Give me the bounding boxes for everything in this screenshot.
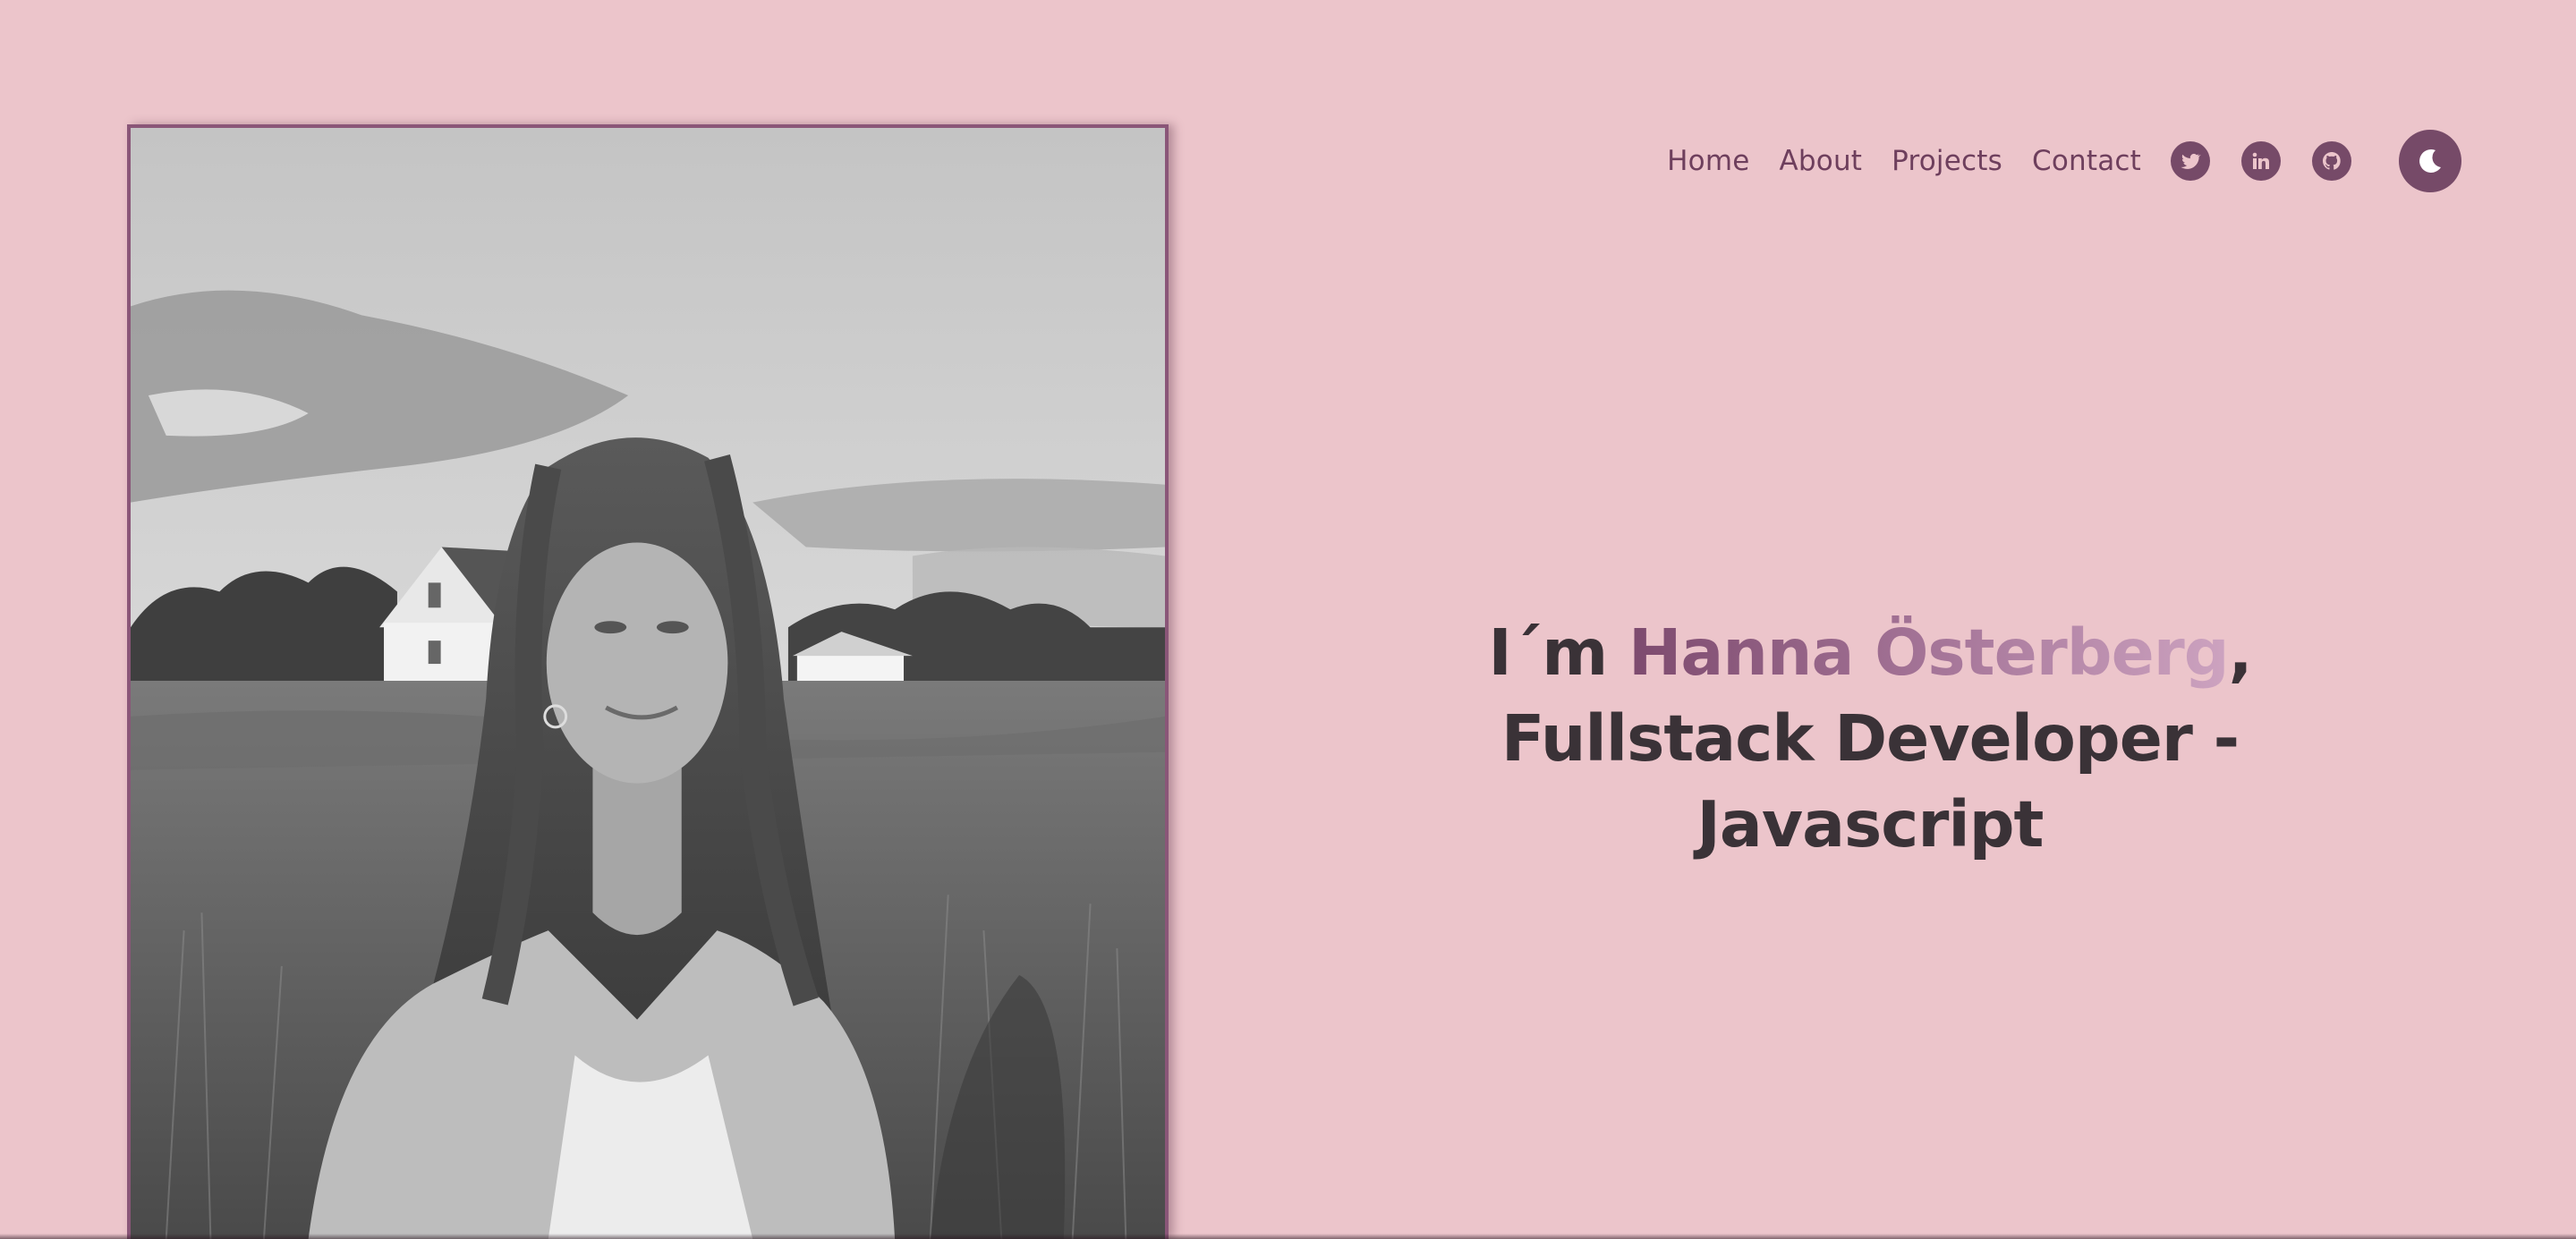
hero-subtitle: Fullstack Developer - Javascript: [1501, 701, 2240, 861]
profile-photo: [127, 124, 1169, 1239]
nav-home-link[interactable]: Home: [1667, 145, 1749, 177]
twitter-icon[interactable]: [2171, 141, 2210, 181]
github-icon-glyph: [2323, 152, 2341, 170]
linkedin-icon[interactable]: [2241, 141, 2281, 181]
bottom-edge-shadow: [0, 1234, 2576, 1239]
nav-contact-link[interactable]: Contact: [2032, 145, 2141, 177]
hero-comma: ,: [2228, 615, 2253, 690]
theme-toggle-button[interactable]: [2399, 130, 2461, 192]
github-icon[interactable]: [2312, 141, 2351, 181]
hero-prefix: I´m: [1488, 615, 1629, 690]
hero-heading: I´m Hanna Österberg, Fullstack Developer…: [1378, 610, 2362, 868]
nav-about-link[interactable]: About: [1780, 145, 1863, 177]
page: Home About Projects Contact I´m Hanna Ös…: [0, 0, 2576, 1239]
hero-name: Hanna Österberg: [1628, 615, 2230, 690]
twitter-icon-glyph: [2181, 153, 2201, 169]
main-nav: Home About Projects Contact: [1667, 130, 2461, 192]
moon-icon: [2419, 149, 2441, 174]
profile-photo-image: [131, 128, 1165, 1239]
hero-greeting: I´m Hanna Österberg,: [1378, 610, 2362, 696]
linkedin-icon-glyph: [2252, 152, 2269, 169]
nav-projects-link[interactable]: Projects: [1892, 145, 2002, 177]
